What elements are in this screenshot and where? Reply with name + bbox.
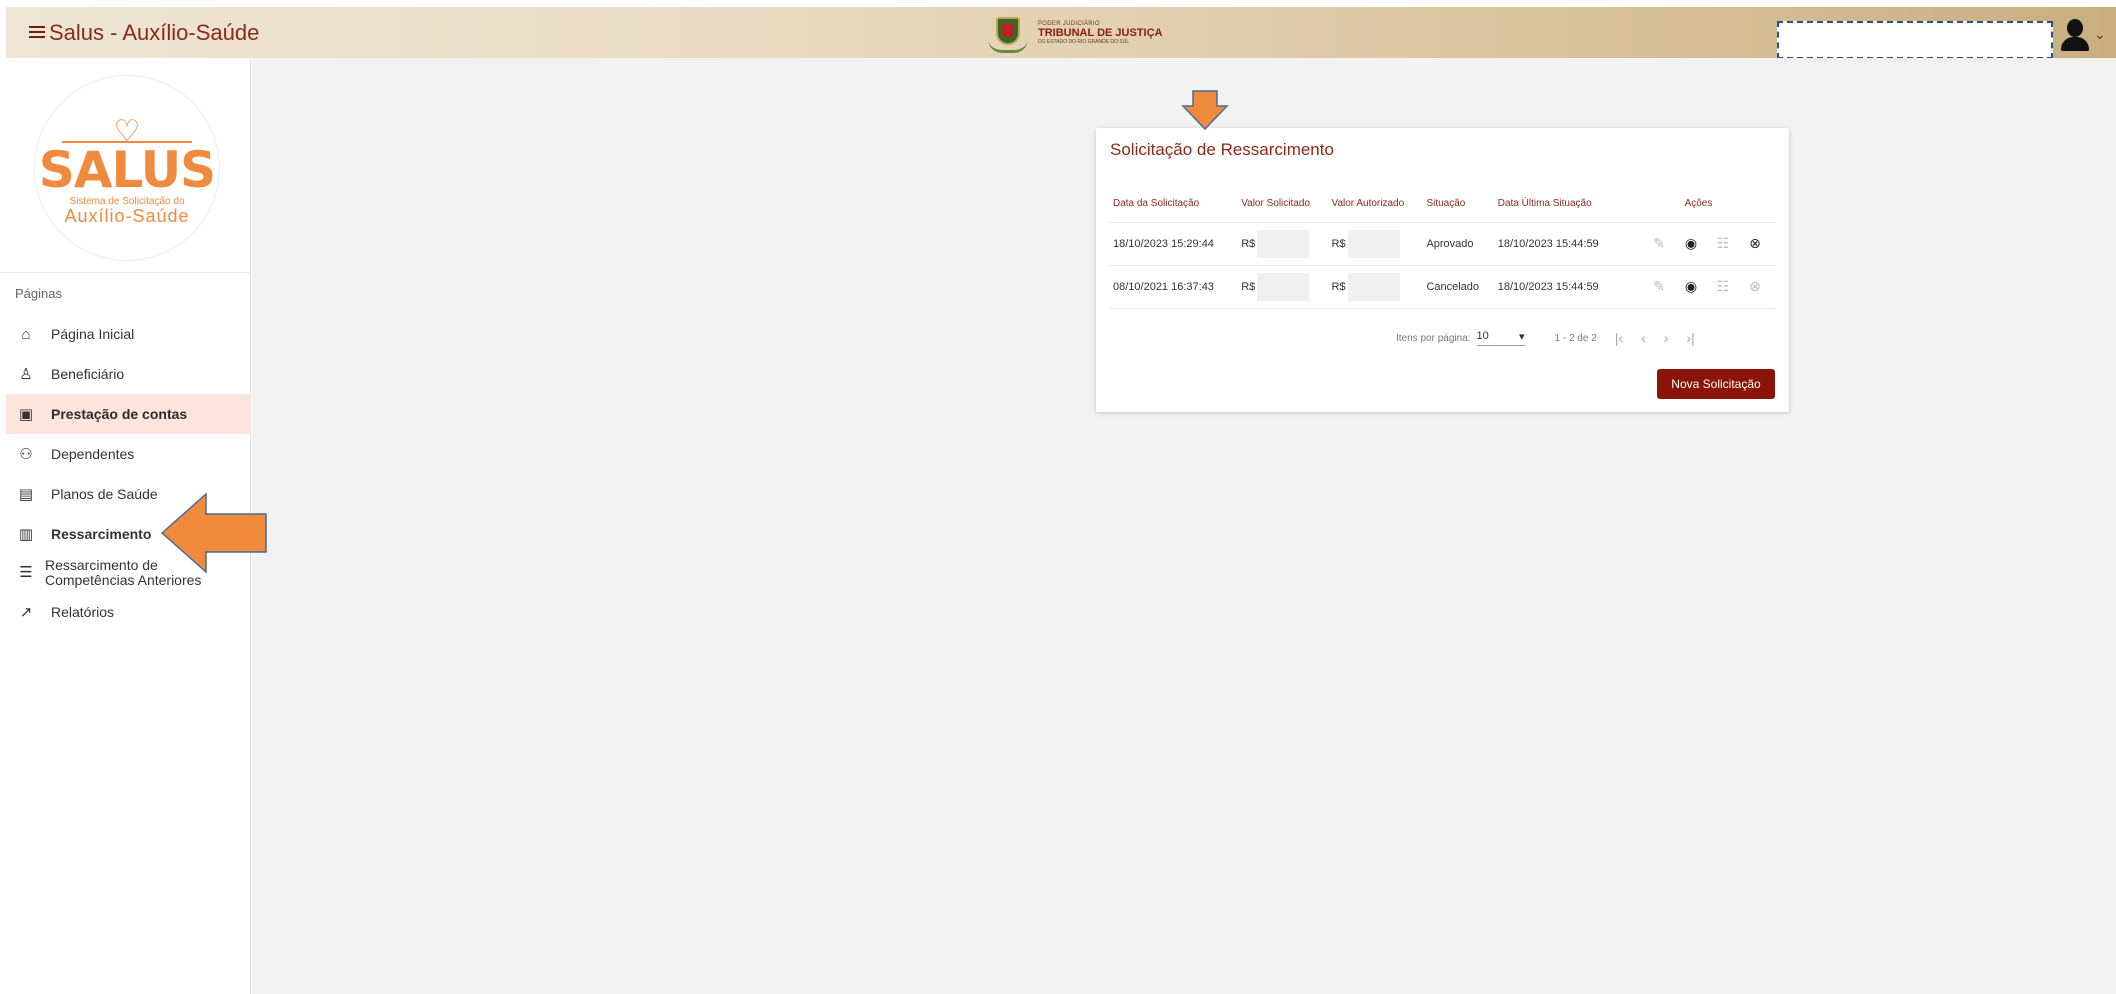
table-row: 18/10/2023 15:29:44 R$ R$ Aprovado 18/10…: [1109, 222, 1775, 266]
masked-value: [1257, 229, 1310, 258]
org-state: DO ESTADO DO RIO GRANDE DO SUL: [1038, 39, 1130, 45]
calendar-icon: ▣: [18, 406, 34, 423]
cancel-circle-icon[interactable]: ⊗: [1745, 277, 1765, 297]
col-valor-autorizado[interactable]: Valor Autorizado: [1327, 186, 1423, 223]
view-icon[interactable]: ◉: [1681, 234, 1701, 254]
edit-icon[interactable]: ✎: [1649, 234, 1669, 254]
masked-value: [1257, 272, 1310, 301]
user-menu[interactable]: ⌄: [2060, 17, 2106, 51]
table-row: 08/10/2021 16:37:43 R$ R$ Cancelado 18/1…: [1109, 265, 1775, 309]
search-input[interactable]: [1777, 21, 2053, 59]
edit-icon[interactable]: ✎: [1649, 277, 1669, 297]
app-title: Salus - Auxílio-Saúde: [49, 20, 260, 45]
home-icon: ⌂: [21, 325, 31, 343]
col-data-solicitacao[interactable]: Data da Solicitação: [1109, 186, 1238, 223]
sidebar-item-pagina-inicial[interactable]: ⌂ Página Inicial: [6, 314, 251, 354]
paginator: Itens por página: 10 ▾ 1 - 2 de 2 |‹ ‹ › …: [1396, 330, 1695, 346]
section-label: Páginas: [15, 286, 62, 301]
sidebar-item-dependentes[interactable]: ⚇ Dependentes: [6, 434, 251, 474]
avatar-icon: [2060, 17, 2090, 51]
cancel-circle-icon[interactable]: ⊗: [1745, 234, 1765, 254]
items-per-page-label: Itens por página:: [1396, 332, 1471, 344]
logo-subtitle-2: Auxílio-Saúde: [64, 206, 190, 226]
main-content: Solicitação de Ressarcimento Data da Sol…: [252, 58, 2116, 994]
masked-value: [1347, 272, 1400, 301]
chevron-down-icon: ⌄: [2094, 25, 2106, 42]
col-data-ultima-situacao[interactable]: Data Última Situação: [1493, 186, 1622, 223]
menu-icon[interactable]: [24, 19, 50, 45]
ressarcimento-card: Solicitação de Ressarcimento Data da Sol…: [1096, 128, 1789, 412]
sidebar-item-prestacao-de-contas[interactable]: ▣ Prestação de contas: [6, 394, 251, 434]
chart-icon: ↗: [19, 604, 33, 621]
top-bar: Salus - Auxílio-Saúde PODER JUDICIÁRIO T…: [6, 7, 2116, 59]
people-icon: ⚇: [19, 446, 33, 463]
prev-page-icon[interactable]: ‹: [1641, 330, 1646, 346]
clipboard-icon: ▤: [18, 486, 34, 503]
requests-table: Data da Solicitação Valor Solicitado Val…: [1109, 186, 1775, 309]
disable-list-icon[interactable]: ☷: [1713, 234, 1733, 254]
sidebar-item-relatorios[interactable]: ↗ Relatórios: [6, 592, 251, 632]
annotation-arrow-down-icon: [1181, 90, 1229, 130]
crest-icon: [988, 11, 1028, 55]
list-icon: ☰: [19, 563, 33, 581]
sidebar-item-beneficiario[interactable]: ♙ Beneficiário: [6, 354, 251, 394]
receipt-icon: ▥: [18, 526, 34, 543]
dropdown-arrow-icon: ▾: [1518, 331, 1525, 343]
col-valor-solicitado[interactable]: Valor Solicitado: [1237, 186, 1328, 223]
first-page-icon[interactable]: |‹: [1615, 330, 1623, 346]
annotation-arrow-left-icon: [160, 492, 267, 574]
masked-value: [1347, 229, 1400, 258]
tj-logo: PODER JUDICIÁRIO TRIBUNAL DE JUSTIÇA DO …: [988, 11, 1162, 55]
disable-list-icon[interactable]: ☷: [1713, 277, 1733, 297]
page-size-select[interactable]: 10 ▾: [1476, 330, 1525, 346]
new-request-button[interactable]: Nova Solicitação: [1657, 369, 1775, 399]
card-title: Solicitação de Ressarcimento: [1110, 140, 1334, 159]
salus-logo: ♡ SALUS Sistema de Solicitação do Auxíli…: [34, 75, 220, 261]
col-situacao[interactable]: Situação: [1422, 186, 1494, 223]
sidebar-nav: ⌂ Página Inicial ♙ Beneficiário ▣ Presta…: [6, 314, 251, 632]
page-range: 1 - 2 de 2: [1554, 332, 1597, 344]
view-icon[interactable]: ◉: [1681, 277, 1701, 297]
logo-word: SALUS: [38, 141, 216, 199]
org-name: TRIBUNAL DE JUSTIÇA: [1038, 27, 1163, 39]
person-icon: ♙: [19, 366, 33, 383]
col-acoes: Ações: [1621, 186, 1775, 223]
next-page-icon[interactable]: ›: [1664, 330, 1669, 346]
last-page-icon[interactable]: ›|: [1686, 330, 1694, 346]
